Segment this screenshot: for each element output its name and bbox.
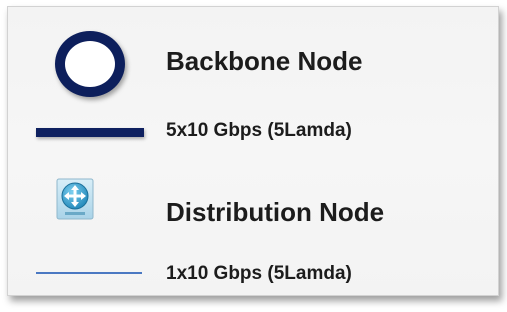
backbone-node-circle-icon xyxy=(55,31,125,97)
legend-box: Backbone Node 5x10 Gbps (5Lamda) Distrib… xyxy=(7,6,499,296)
thick-link-line-icon xyxy=(36,128,144,137)
thin-link-line-icon xyxy=(36,272,142,274)
thin-link-label: 1x10 Gbps (5Lamda) xyxy=(166,263,352,284)
distribution-router-icon xyxy=(56,178,94,220)
thick-link-label: 5x10 Gbps (5Lamda) xyxy=(166,120,352,141)
distribution-node-label: Distribution Node xyxy=(166,197,385,227)
backbone-node-label: Backbone Node xyxy=(166,46,363,76)
